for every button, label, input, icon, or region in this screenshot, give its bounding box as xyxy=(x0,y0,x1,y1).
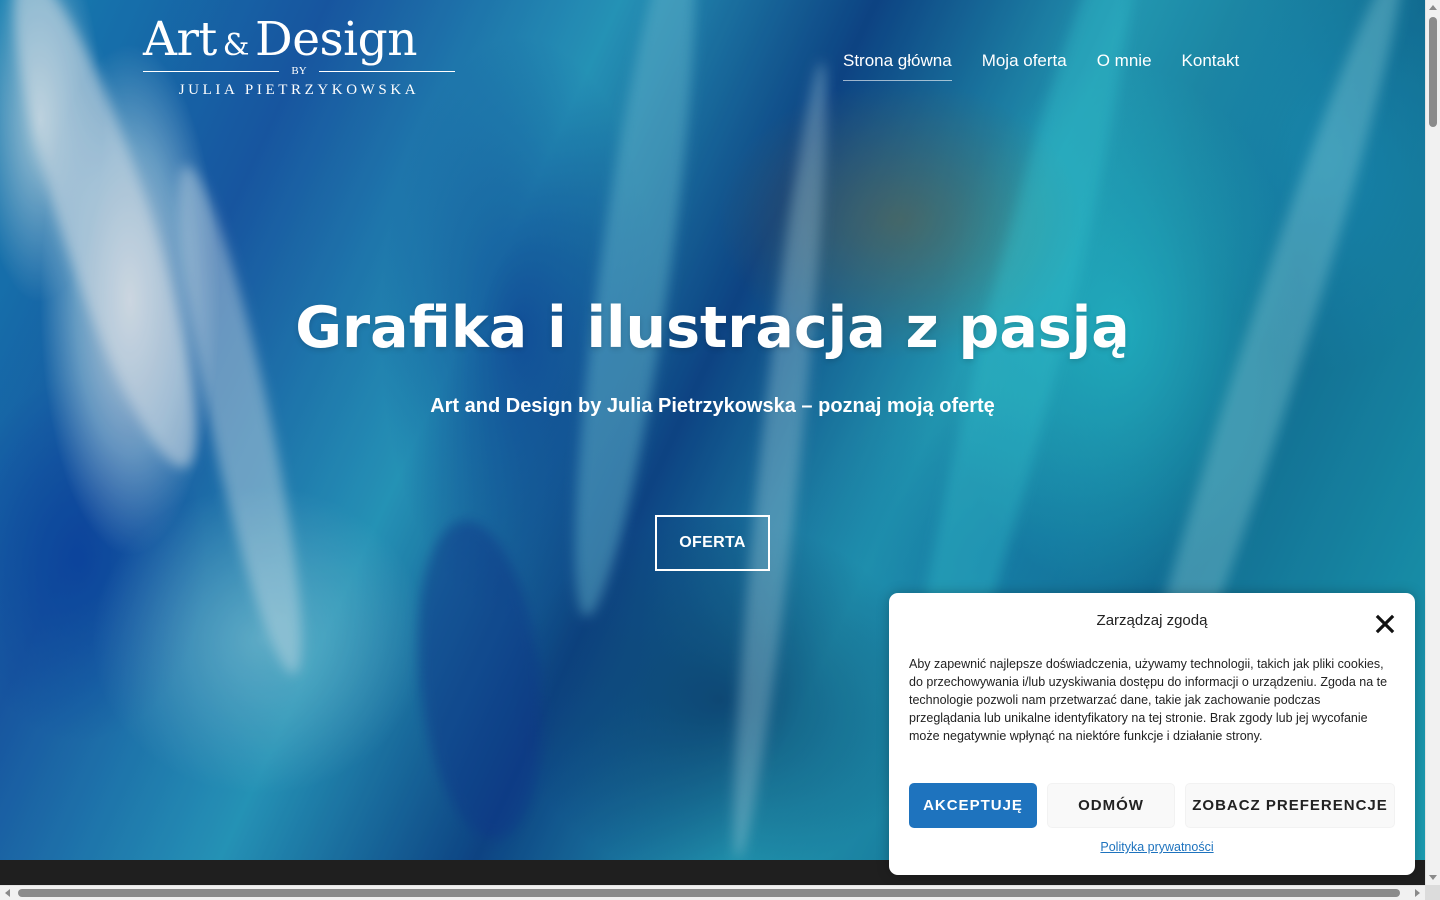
scroll-left-arrow-icon[interactable] xyxy=(5,889,10,897)
nav-item-offer[interactable]: Moja oferta xyxy=(982,50,1067,81)
view-preferences-button[interactable]: ZOBACZ PREFERENCJE xyxy=(1185,783,1395,828)
hero-title: Grafika i ilustracja z pasją xyxy=(295,295,1130,361)
logo-by: BY xyxy=(143,64,455,78)
consent-text: Aby zapewnić najlepsze doświadczenia, uż… xyxy=(909,657,1388,743)
scroll-down-arrow-icon[interactable] xyxy=(1429,875,1437,880)
cookie-consent-dialog: Zarządzaj zgodą Aby zapewnić najlepsze d… xyxy=(889,593,1415,875)
site-logo[interactable]: Art & Design BY JULIA PIETRZYKOWSKA xyxy=(143,14,455,102)
horizontal-scrollbar[interactable] xyxy=(0,885,1425,900)
close-icon[interactable] xyxy=(1373,612,1397,636)
offer-button[interactable]: OFERTA xyxy=(655,515,770,571)
consent-title: Zarządzaj zgodą xyxy=(1096,612,1208,629)
deny-button[interactable]: ODMÓW xyxy=(1047,783,1175,828)
privacy-policy-link[interactable]: Polityka prywatności xyxy=(889,840,1425,854)
scrollbar-corner xyxy=(1425,885,1440,900)
main-navigation: Strona główna Moja oferta O mnie Kontakt xyxy=(843,50,1239,81)
nav-item-contact[interactable]: Kontakt xyxy=(1182,50,1240,81)
vertical-scroll-thumb[interactable] xyxy=(1429,17,1437,127)
nav-item-about[interactable]: O mnie xyxy=(1097,50,1152,81)
nav-item-home[interactable]: Strona główna xyxy=(843,50,952,81)
hero-subtitle: Art and Design by Julia Pietrzykowska – … xyxy=(430,395,995,417)
horizontal-scroll-thumb[interactable] xyxy=(18,889,1400,897)
scroll-up-arrow-icon[interactable] xyxy=(1429,5,1437,10)
logo-subtitle: JULIA PIETRZYKOWSKA xyxy=(178,82,420,98)
vertical-scrollbar[interactable] xyxy=(1425,0,1440,885)
accept-button[interactable]: AKCEPTUJĘ xyxy=(909,783,1037,828)
scroll-right-arrow-icon[interactable] xyxy=(1415,889,1420,897)
